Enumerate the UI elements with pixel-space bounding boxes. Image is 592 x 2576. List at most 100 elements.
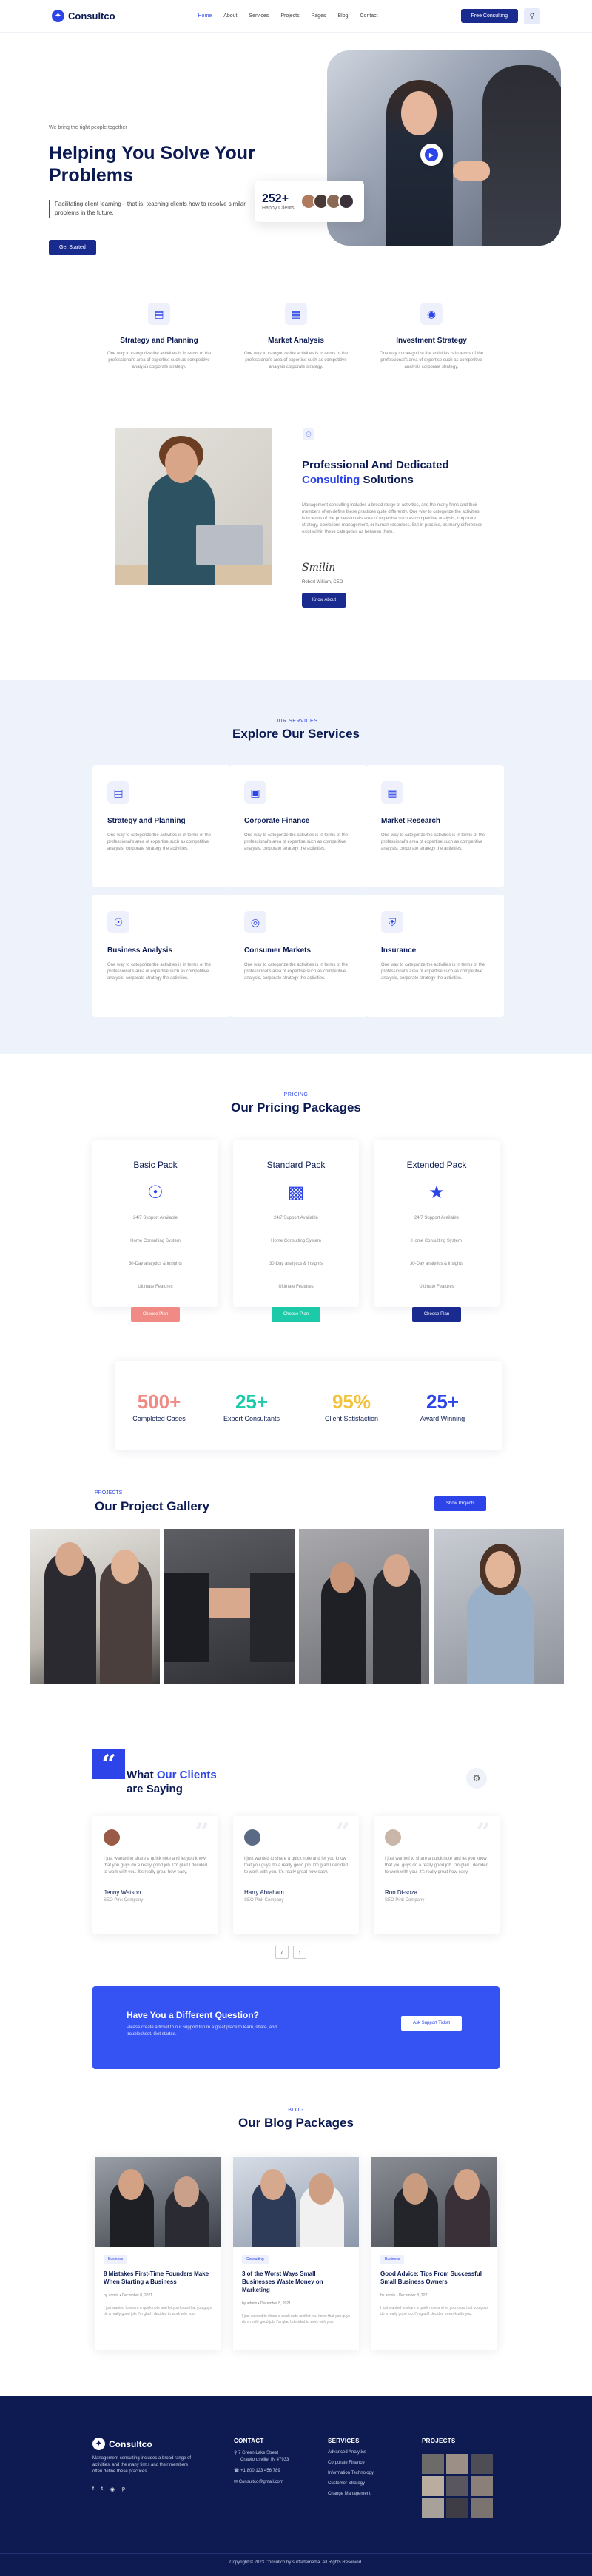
pricing-title: Our Pricing Packages (231, 1100, 361, 1114)
service-card[interactable]: ▤ Strategy and Planning One way to categ… (92, 765, 230, 887)
project-thumb[interactable] (471, 2454, 493, 2474)
nav-contact[interactable]: Contact (360, 13, 378, 19)
about-title-line2: Solutions (363, 474, 414, 486)
footer-link[interactable]: Change Management (328, 2492, 374, 2496)
logo[interactable]: ✦ Consultco (52, 10, 115, 22)
quote-icon: ” (335, 1817, 350, 1847)
get-started-button[interactable]: Get Started (49, 240, 96, 255)
footer-email[interactable]: ✉ Consultco@gmail.com (234, 2479, 289, 2484)
footer-logo[interactable]: ✦ Consultco (92, 2438, 152, 2450)
hero-kicker: We bring the right people together (49, 125, 127, 130)
blog-post-title[interactable]: 8 Mistakes First-Time Founders Make When… (104, 2270, 212, 2286)
service-card[interactable]: ▣ Corporate Finance One way to categoriz… (229, 765, 367, 887)
blog-title: Our Blog Packages (238, 2116, 354, 2130)
footer-heading: PROJECTS (422, 2438, 456, 2444)
blog-excerpt: I just wanted to share a quick note and … (104, 2306, 212, 2316)
service-card[interactable]: ☉ Business Analysis One way to categoriz… (92, 895, 230, 1017)
plan-feature: 30-Day analytics & insights (107, 1262, 204, 1274)
know-about-button[interactable]: Know About (302, 593, 347, 608)
blog-card[interactable]: Consulting 3 of the Worst Ways Small Bus… (233, 2157, 359, 2350)
project-thumb[interactable] (471, 2476, 493, 2496)
gallery-image[interactable] (299, 1529, 429, 1684)
stat-number: 95% (332, 1390, 371, 1413)
footer-divider (0, 2553, 592, 2554)
service-desc: One way to categorize the activities is … (244, 833, 349, 851)
testimonial-role: SEO Pink Company (244, 1898, 284, 1903)
stat-item: 500+ Completed Cases (115, 1390, 204, 1422)
page: ✦ Consultco Home About Services Projects… (0, 0, 592, 2576)
show-projects-button[interactable]: Show Projects (434, 1496, 487, 1511)
award-icon: ☉ (303, 428, 314, 440)
stat-item: 25+ Award Winning (398, 1390, 487, 1422)
blog-card[interactable]: Business 8 Mistakes First-Time Founders … (95, 2157, 221, 2350)
play-video-button[interactable]: ▶ (420, 144, 443, 166)
project-thumb[interactable] (446, 2454, 468, 2474)
blog-post-title[interactable]: Good Advice: Tips From Successful Small … (380, 2270, 488, 2286)
shield-icon: ⛨ (381, 911, 403, 933)
stats-section: 500+ Completed Cases 25+ Expert Consulta… (0, 1361, 592, 1483)
nav-about[interactable]: About (223, 13, 237, 19)
service-desc: One way to categorize the activities is … (107, 963, 212, 981)
services-title: Explore Our Services (232, 727, 360, 741)
project-thumb[interactable] (422, 2454, 444, 2474)
project-thumb[interactable] (471, 2498, 493, 2518)
project-thumb[interactable] (446, 2498, 468, 2518)
choose-plan-button[interactable]: Choose Plan (130, 1307, 181, 1322)
nav-services[interactable]: Services (249, 13, 269, 19)
feature-title: Strategy and Planning (120, 337, 198, 345)
service-card[interactable]: ◎ Consumer Markets One way to categorize… (229, 895, 367, 1017)
service-card[interactable]: ⛨ Insurance One way to categorize the ac… (366, 895, 504, 1017)
briefcase-icon: ▣ (244, 781, 266, 804)
facebook-icon[interactable]: f (92, 2486, 94, 2492)
gallery-image[interactable] (434, 1529, 564, 1684)
choose-plan-button[interactable]: Choose Plan (411, 1307, 462, 1322)
footer-link[interactable]: Advanced Analytics (328, 2450, 374, 2455)
gallery-image[interactable] (30, 1529, 160, 1684)
project-thumb[interactable] (446, 2476, 468, 2496)
twitter-icon[interactable]: t (101, 2486, 103, 2492)
cta-description: Please create a ticket to our support fo… (127, 2025, 277, 2037)
testimonials-title-b: are Saying (127, 1783, 183, 1795)
service-title: Business Analysis (107, 946, 173, 955)
chart-icon: ▦ (381, 781, 403, 804)
footer-link[interactable]: Corporate Finance (328, 2461, 374, 2465)
plan-name: Standard Pack (266, 1160, 326, 1170)
phone-text: +1 800 123 456 789 (240, 2469, 280, 2473)
gallery-image[interactable] (164, 1529, 295, 1684)
service-card[interactable]: ▦ Market Research One way to categorize … (366, 765, 504, 887)
pinterest-icon[interactable]: p (122, 2486, 125, 2492)
prev-arrow-icon[interactable]: ‹ (275, 1946, 289, 1959)
nav-pages[interactable]: Pages (312, 13, 326, 19)
logo-text: Consultco (68, 10, 115, 21)
blog-tag[interactable]: Business (104, 2255, 128, 2264)
blog-tag[interactable]: Consulting (242, 2255, 269, 2264)
nav-home[interactable]: Home (198, 13, 212, 19)
bar-chart-icon: ▩ (287, 1182, 305, 1203)
next-arrow-icon[interactable]: › (293, 1946, 306, 1959)
project-thumb[interactable] (422, 2498, 444, 2518)
blog-post-title[interactable]: 3 of the Worst Ways Small Businesses Was… (242, 2270, 350, 2294)
ask-support-ticket-button[interactable]: Ask Support Ticket (401, 2016, 462, 2031)
choose-plan-button[interactable]: Choose Plan (271, 1307, 321, 1322)
gallery-kicker: PROJECTS (95, 1490, 123, 1496)
free-consulting-button[interactable]: Free Consulting (460, 9, 518, 23)
search-icon[interactable]: ⚲ (523, 7, 540, 24)
footer-link[interactable]: Customer Strategy (328, 2481, 374, 2486)
avatar (104, 1829, 120, 1846)
blog-tag[interactable]: Business (380, 2255, 405, 2264)
testimonial-text: I just wanted to share a quick note and … (385, 1857, 488, 1874)
footer-address: ⚲ 7 Green Lake Street (234, 2450, 289, 2455)
nav-projects[interactable]: Projects (280, 13, 299, 19)
blog-meta: by admin • December 8, 2021 (380, 2293, 429, 2298)
footer-phone[interactable]: ☎ +1 800 123 456 789 (234, 2468, 289, 2473)
signature: Smilin (302, 562, 336, 574)
project-thumb[interactable] (422, 2476, 444, 2496)
instagram-icon[interactable]: ◉ (110, 2486, 115, 2492)
main-nav: Home About Services Projects Pages Blog … (198, 13, 378, 19)
happy-clients-card: 252+ Happy Clients (255, 181, 364, 222)
play-icon: ▶ (425, 148, 438, 161)
nav-blog[interactable]: Blog (337, 13, 348, 19)
blog-card[interactable]: Business Good Advice: Tips From Successf… (371, 2157, 497, 2350)
blog-excerpt: I just wanted to share a quick note and … (242, 2314, 350, 2324)
footer-link[interactable]: Information Technology (328, 2471, 374, 2475)
